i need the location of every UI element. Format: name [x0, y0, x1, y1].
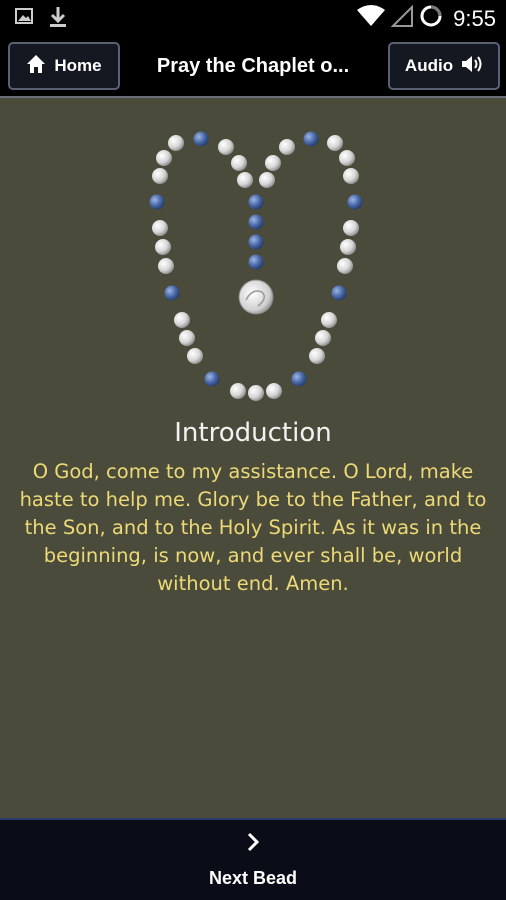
blue-bead: [303, 131, 319, 147]
speaker-icon: [461, 54, 483, 79]
white-bead: [158, 258, 174, 274]
blue-bead: [331, 285, 347, 301]
page-title: Pray the Chaplet o...: [156, 55, 350, 77]
white-bead: [327, 135, 343, 151]
white-bead: [259, 172, 275, 188]
blue-bead: [291, 371, 307, 387]
white-bead: [309, 348, 325, 364]
white-bead: [339, 150, 355, 166]
blue-bead: [248, 254, 264, 270]
white-bead: [321, 312, 337, 328]
prayer-text: O God, come to my assistance. O Lord, ma…: [19, 460, 487, 595]
clock: 9:55: [453, 5, 496, 31]
white-bead: [174, 312, 190, 328]
white-bead: [155, 239, 171, 255]
blue-bead: [149, 194, 165, 210]
white-bead: [231, 155, 247, 171]
home-button-label: Home: [54, 56, 102, 75]
home-button[interactable]: Home: [8, 42, 120, 90]
white-bead: [218, 139, 234, 155]
blue-bead: [204, 371, 220, 387]
image-notification-icon: [14, 6, 34, 33]
home-icon: [26, 54, 46, 79]
white-bead: [237, 172, 253, 188]
section-title: Introduction: [174, 418, 332, 448]
audio-button[interactable]: Audio: [388, 42, 500, 90]
download-icon: [48, 6, 68, 33]
blue-bead: [248, 234, 264, 250]
white-bead: [248, 385, 264, 401]
white-bead: [152, 168, 168, 184]
white-bead: [337, 258, 353, 274]
white-bead: [265, 155, 281, 171]
white-bead: [266, 383, 282, 399]
white-bead: [279, 139, 295, 155]
white-bead: [340, 239, 356, 255]
medal-icon: [238, 279, 274, 315]
white-bead: [230, 383, 246, 399]
white-bead: [315, 330, 331, 346]
white-bead: [187, 348, 203, 364]
blue-bead: [164, 285, 180, 301]
status-bar: 9:55: [0, 0, 506, 36]
wifi-icon: [357, 5, 386, 32]
next-bead-label: Next Bead: [208, 868, 298, 888]
audio-button-label: Audio: [404, 56, 454, 75]
white-bead: [179, 330, 195, 346]
app-header: Home Pray the Chaplet o... Audio: [0, 36, 506, 96]
signal-icon: [390, 4, 414, 32]
chevron-right-icon: [0, 832, 506, 857]
blue-bead: [248, 214, 264, 230]
blue-bead: [248, 194, 264, 210]
white-bead: [343, 168, 359, 184]
rosary-illustration: [149, 131, 363, 401]
white-bead: [156, 150, 172, 166]
header-divider: [0, 96, 506, 98]
blue-bead: [193, 131, 209, 147]
white-bead: [343, 220, 359, 236]
white-bead: [168, 135, 184, 151]
blue-bead: [347, 194, 363, 210]
next-bead-button[interactable]: Next Bead: [0, 818, 506, 900]
battery-icon: [419, 4, 443, 33]
white-bead: [152, 220, 168, 236]
